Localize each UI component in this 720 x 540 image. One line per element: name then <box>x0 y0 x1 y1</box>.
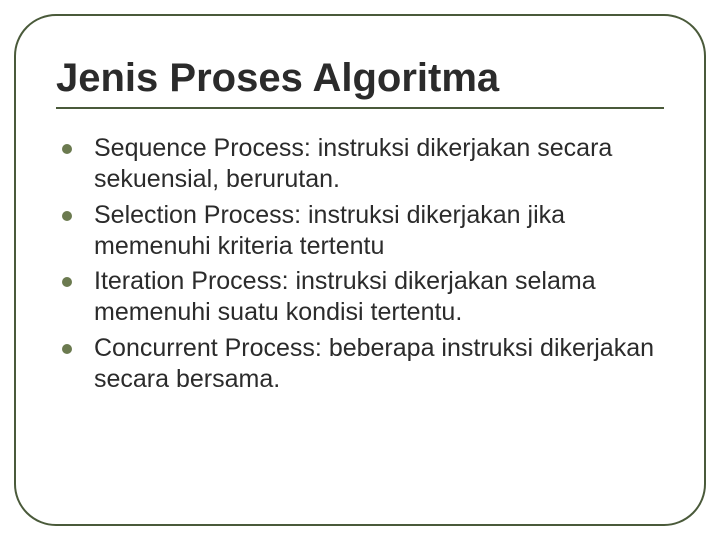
bullet-icon <box>62 344 72 354</box>
bullet-list: Sequence Process: instruksi dikerjakan s… <box>56 133 664 395</box>
list-item: Concurrent Process: beberapa instruksi d… <box>56 333 664 396</box>
slide-title: Jenis Proses Algoritma <box>56 56 664 101</box>
bullet-icon <box>62 211 72 221</box>
title-underline <box>56 107 664 109</box>
bullet-icon <box>62 277 72 287</box>
list-item: Selection Process: instruksi dikerjakan … <box>56 200 664 263</box>
slide-frame: Jenis Proses Algoritma Sequence Process:… <box>14 14 706 526</box>
list-item-text: Selection Process: instruksi dikerjakan … <box>94 200 664 263</box>
bullet-icon <box>62 144 72 154</box>
slide: Jenis Proses Algoritma Sequence Process:… <box>0 0 720 540</box>
list-item-text: Iteration Process: instruksi dikerjakan … <box>94 266 664 329</box>
list-item-text: Sequence Process: instruksi dikerjakan s… <box>94 133 664 196</box>
list-item: Iteration Process: instruksi dikerjakan … <box>56 266 664 329</box>
list-item-text: Concurrent Process: beberapa instruksi d… <box>94 333 664 396</box>
list-item: Sequence Process: instruksi dikerjakan s… <box>56 133 664 196</box>
